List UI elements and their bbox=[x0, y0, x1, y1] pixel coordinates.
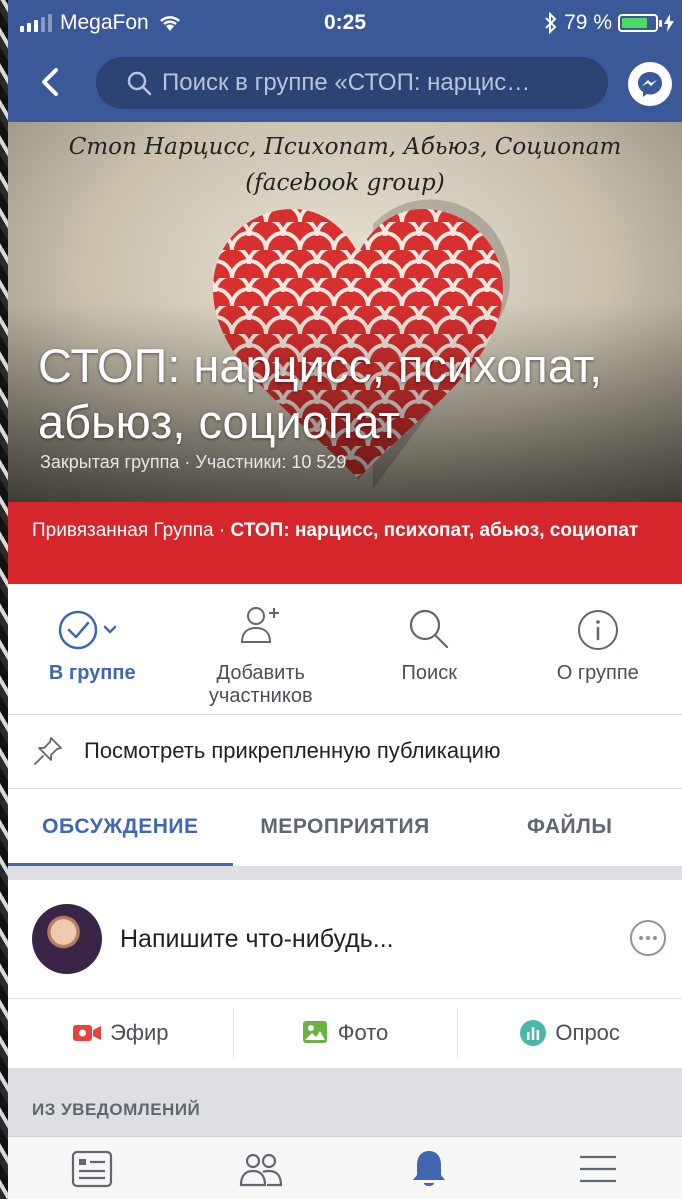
messenger-icon bbox=[638, 72, 662, 97]
friends-icon bbox=[239, 1153, 282, 1186]
search-label: Поиск bbox=[401, 662, 457, 684]
menu-icon bbox=[579, 1155, 616, 1182]
bluetooth-icon bbox=[545, 12, 557, 34]
pinned-post-link[interactable]: Посмотреть прикрепленную публикацию bbox=[8, 714, 682, 789]
linked-group-name: СТОП: нарцисс, психопат, абьюз, социопат bbox=[230, 520, 639, 541]
joined-button[interactable]: В группе bbox=[8, 584, 177, 714]
live-video-icon bbox=[72, 1022, 102, 1044]
poll-label: Опрос bbox=[555, 1020, 620, 1045]
notifications-section-header: ИЗ УВЕДОМЛЕНИЙ bbox=[8, 1068, 682, 1136]
status-right: 79 % bbox=[544, 11, 674, 35]
group-name: СТОП: нарцисс, психопат, абьюз, социопат bbox=[38, 339, 603, 448]
group-cover-photo[interactable]: Стоп Нарцисс, Психопат, Абьюз, Социопат … bbox=[8, 122, 682, 502]
more-dot-icon bbox=[639, 936, 643, 940]
about-group-button[interactable]: О группе bbox=[514, 584, 682, 714]
battery-percent: 79 % bbox=[564, 11, 612, 34]
phone-screen: MegaFon 0:25 79 % Поиск в группе «СТОП: … bbox=[8, 0, 682, 1199]
battery-icon bbox=[618, 14, 662, 32]
linked-group-banner[interactable]: Привязанная Группа · СТОП: нарцисс, псих… bbox=[8, 502, 682, 584]
add-members-label: Добавить участников bbox=[208, 662, 313, 707]
tab-news-feed[interactable] bbox=[8, 1137, 177, 1199]
linked-group-prefix: Привязанная Группа · bbox=[32, 520, 231, 541]
add-person-icon bbox=[236, 590, 286, 652]
pin-icon bbox=[28, 734, 68, 768]
group-meta: Закрытая группа · Участники: 10 529 bbox=[40, 452, 347, 472]
joined-label: В группе bbox=[48, 662, 136, 684]
bottom-tab-bar bbox=[8, 1136, 682, 1199]
post-composer: Напишите что-нибудь... bbox=[8, 880, 682, 999]
group-tabs: ОБСУЖДЕНИЕ МЕРОПРИЯТИЯ ФАЙЛЫ bbox=[8, 788, 682, 867]
group-search-input[interactable]: Поиск в группе «СТОП: нарцис… bbox=[96, 57, 608, 109]
avatar[interactable] bbox=[32, 904, 102, 974]
poll-icon bbox=[519, 1019, 547, 1047]
tab-discussion[interactable]: ОБСУЖДЕНИЕ bbox=[8, 788, 233, 867]
top-bar: MegaFon 0:25 79 % Поиск в группе «СТОП: … bbox=[8, 0, 682, 122]
battery-fill bbox=[622, 18, 647, 28]
tab-friends[interactable] bbox=[177, 1137, 346, 1199]
more-dot-icon bbox=[646, 936, 650, 940]
tab-files[interactable]: ФАЙЛЫ bbox=[457, 788, 682, 866]
about-group-label: О группе bbox=[556, 662, 639, 684]
back-arrow-icon bbox=[42, 68, 58, 96]
photo-button[interactable]: Фото bbox=[232, 998, 458, 1068]
search-icon bbox=[126, 70, 152, 96]
add-members-button[interactable]: Добавить участников bbox=[177, 584, 346, 714]
news-feed-icon bbox=[72, 1150, 113, 1187]
photo-icon bbox=[302, 1020, 330, 1046]
cover-caption: Стоп Нарцисс, Психопат, Абьюз, Социопат bbox=[68, 134, 622, 160]
messenger-button[interactable] bbox=[628, 62, 672, 106]
more-dot-icon bbox=[653, 936, 657, 940]
back-button[interactable] bbox=[30, 62, 70, 102]
cover-caption-sub: (facebook group) bbox=[245, 170, 445, 196]
info-icon bbox=[576, 590, 620, 652]
section-header-label: ИЗ УВЕДОМЛЕНИЙ bbox=[32, 1100, 201, 1119]
live-label: Эфир bbox=[110, 1020, 169, 1045]
check-circle-icon bbox=[57, 590, 127, 652]
more-options-button[interactable] bbox=[630, 920, 666, 956]
search-button[interactable]: Поиск bbox=[345, 584, 514, 714]
nav-bar: Поиск в группе «СТОП: нарцис… bbox=[8, 48, 682, 122]
post-action-row: Эфир Фото Опрос bbox=[8, 998, 682, 1068]
tab-events[interactable]: МЕРОПРИЯТИЯ bbox=[233, 788, 458, 866]
tab-notifications[interactable] bbox=[345, 1137, 514, 1199]
search-placeholder: Поиск в группе «СТОП: нарцис… bbox=[162, 69, 531, 96]
tab-menu[interactable] bbox=[514, 1137, 682, 1199]
charging-icon bbox=[664, 14, 674, 32]
status-bar: MegaFon 0:25 79 % bbox=[8, 0, 682, 48]
photo-label: Фото bbox=[337, 1020, 389, 1045]
section-divider bbox=[8, 866, 682, 880]
group-actions: В группе Добавить участников Поиск О гру… bbox=[8, 584, 682, 715]
live-button[interactable]: Эфир bbox=[8, 998, 233, 1068]
composer-input[interactable]: Напишите что-нибудь... bbox=[120, 925, 394, 954]
notifications-icon bbox=[413, 1150, 446, 1186]
poll-button[interactable]: Опрос bbox=[457, 998, 682, 1068]
pinned-post-label: Посмотреть прикрепленную публикацию bbox=[84, 738, 501, 763]
search-icon bbox=[406, 590, 452, 652]
